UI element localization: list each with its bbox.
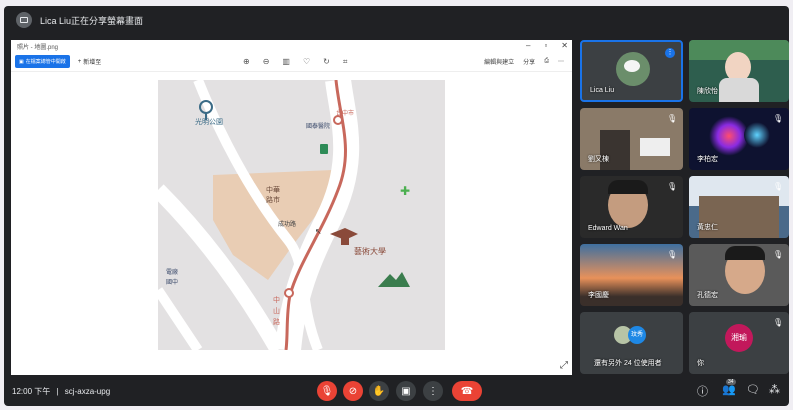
participant-tile[interactable]: ⋮ Lica Liu [580, 40, 683, 102]
meet-window: Lica Liu正在分享螢幕畫面 照片 - 地圖.png – ▫ ✕ ▣ 在檔案… [4, 6, 789, 406]
image-icon: ▣ [19, 58, 24, 65]
participant-name: 劉又棟 [588, 156, 609, 163]
participant-name: Lica Liu [590, 87, 615, 94]
map-pin-north [333, 115, 343, 125]
svg-text:路市: 路市 [266, 195, 280, 204]
svg-text:成功路: 成功路 [278, 220, 296, 228]
microphone-off-button[interactable]: 🎙 [317, 381, 337, 401]
zoom-out-icon[interactable]: ⊖ [263, 57, 270, 67]
presenter-text: Lica Liu正在分享螢幕畫面 [40, 15, 144, 26]
participant-tile[interactable]: 陳欣怡 [689, 40, 789, 102]
activities-icon[interactable]: ⁂ [769, 383, 780, 396]
more-participants-tile[interactable]: 玟秀 還有另外 24 位使用者 [580, 312, 683, 374]
participant-name: Edward Wan [588, 225, 628, 232]
map-pin-south [284, 288, 294, 298]
participant-tile[interactable]: 🎙 李國慶 [580, 244, 683, 306]
svg-text:中: 中 [273, 295, 280, 304]
presentation-header: Lica Liu正在分享螢幕畫面 [4, 6, 789, 34]
shared-screen[interactable]: 照片 - 地圖.png – ▫ ✕ ▣ 在檔案總管中開啟 + 新增至 ⊕ ⊖ ▥… [11, 40, 572, 375]
print-icon[interactable]: ⎙ [544, 58, 549, 65]
svg-text:台中市: 台中市 [336, 109, 354, 117]
participant-tile[interactable]: 🎙 黃忠仁 [689, 176, 789, 238]
zoom-in-icon[interactable]: ⊕ [243, 57, 250, 67]
add-to-button[interactable]: + 新增至 [77, 57, 102, 67]
svg-text:山: 山 [273, 306, 280, 315]
muted-icon: 🎙 [773, 250, 784, 259]
participant-name: 陳欣怡 [697, 88, 718, 95]
raise-hand-button[interactable]: ✋ [369, 381, 389, 401]
more-participants-label: 還有另外 24 位使用者 [594, 360, 662, 367]
muted-icon: 🎙 [773, 182, 784, 191]
muted-icon: 🎙 [773, 318, 784, 327]
crop-icon[interactable]: ⌗ [343, 57, 348, 67]
maximize-icon[interactable]: ▫ [544, 41, 547, 50]
muted-icon: 🎙 [667, 182, 678, 191]
muted-icon: 🎙 [667, 114, 678, 123]
clock-time: 12:00 下午 [12, 386, 51, 396]
edit-create-button[interactable]: 編輯與建立 [484, 57, 514, 66]
leave-call-button[interactable]: ☎ [452, 381, 482, 401]
map-image: ✚ 光明公園 國泰醫院 台中市 中華 路市 成功路 藝術大學 電廠 國中 中 山… [158, 80, 445, 350]
more-options-button[interactable]: ⋮ [423, 381, 443, 401]
participant-tile[interactable]: 🎙 李柏宏 [689, 108, 789, 170]
participant-tile[interactable]: 🎙 Edward Wan [580, 176, 683, 238]
people-count-badge: 34 [726, 379, 736, 385]
svg-text:國中: 國中 [166, 278, 178, 286]
avatar: 湘瑜 [725, 324, 753, 352]
participant-name: 李柏宏 [697, 156, 718, 163]
participant-tile[interactable]: 🎙 孔德宏 [689, 244, 789, 306]
share-button[interactable]: 分享 [523, 57, 535, 66]
window-title: 照片 - 地圖.png [17, 44, 59, 51]
present-button[interactable]: ▣ [396, 381, 416, 401]
control-bar: 12:00 下午 | scj-axza-upg 🎙 ⊘ ✋ ▣ ⋮ ☎ ⓘ 34… [4, 376, 789, 406]
participant-name: 黃忠仁 [697, 224, 718, 231]
avatar: 玟秀 [628, 326, 646, 344]
presenting-icon [16, 12, 32, 28]
plus-icon: + [77, 58, 82, 65]
minimize-icon[interactable]: – [526, 41, 530, 50]
viewer-toolbar: ▣ 在檔案總管中開啟 + 新增至 ⊕ ⊖ ▥ ♡ ↻ ⌗ 編輯與建立 分享 ⎙ … [11, 52, 572, 72]
svg-text:國泰醫院: 國泰醫院 [306, 122, 330, 130]
fullscreen-icon[interactable]: ⤢ [560, 360, 568, 371]
open-file-button[interactable]: ▣ 在檔案總管中開啟 [15, 55, 70, 68]
map-drawing: ✚ 光明公園 國泰醫院 台中市 中華 路市 成功路 藝術大學 電廠 國中 中 山… [158, 80, 445, 350]
meeting-details: 12:00 下午 | scj-axza-upg [12, 386, 111, 396]
speaking-indicator-icon: ⋮ [665, 48, 675, 58]
delete-icon[interactable]: ▥ [282, 57, 290, 67]
favorite-icon[interactable]: ♡ [303, 57, 310, 67]
info-icon[interactable]: ⓘ [697, 383, 708, 399]
svg-text:路: 路 [273, 317, 280, 326]
cursor-icon: ↖ [315, 227, 322, 236]
svg-text:藝術大學: 藝術大學 [354, 246, 386, 256]
svg-text:光明公園: 光明公園 [195, 117, 223, 126]
svg-text:中華: 中華 [266, 185, 280, 194]
people-icon[interactable]: 34 👥 [722, 379, 736, 396]
camera-off-button[interactable]: ⊘ [343, 381, 363, 401]
bus-stop-icon [320, 144, 328, 154]
more-icon[interactable]: ⋯ [558, 58, 564, 65]
meeting-code: scj-axza-upg [64, 386, 111, 396]
close-icon[interactable]: ✕ [561, 41, 568, 50]
participant-name: 你 [697, 360, 704, 367]
rotate-icon[interactable]: ↻ [323, 57, 330, 67]
self-tile[interactable]: 湘瑜 🎙 你 [689, 312, 789, 374]
muted-icon: 🎙 [667, 250, 678, 259]
participant-name: 孔德宏 [697, 292, 718, 299]
participant-name: 李國慶 [588, 292, 609, 299]
chat-icon[interactable]: 🗨 [746, 383, 760, 396]
muted-icon: 🎙 [773, 114, 784, 123]
window-titlebar: 照片 - 地圖.png – ▫ ✕ [11, 40, 572, 52]
participant-tile[interactable]: 🎙 劉又棟 [580, 108, 683, 170]
svg-text:✚: ✚ [400, 184, 410, 198]
svg-text:電廠: 電廠 [166, 268, 178, 276]
